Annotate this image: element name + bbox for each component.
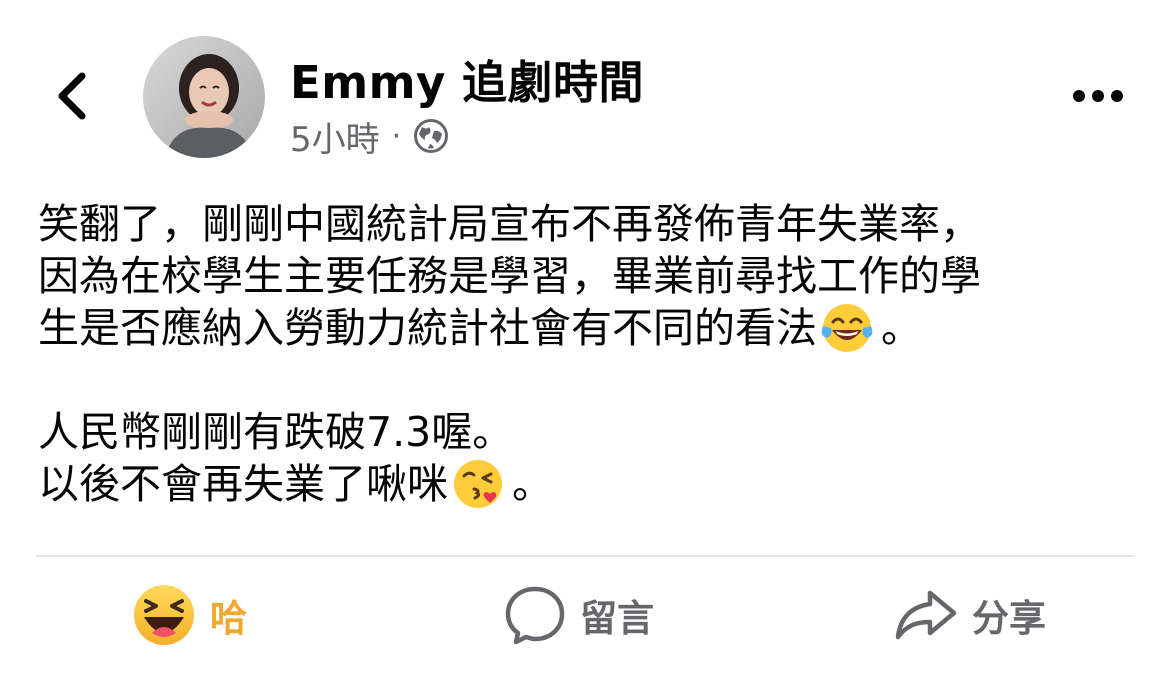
comment-bubble-icon — [505, 586, 565, 645]
back-button[interactable] — [36, 60, 108, 132]
comment-button[interactable]: 留言 — [504, 582, 654, 648]
ellipsis-icon — [1073, 90, 1123, 102]
chevron-left-icon — [58, 72, 86, 120]
haha-reaction-button[interactable]: 哈 — [132, 582, 247, 648]
post-line: 生是否應納入勞動力統計社會有不同的看法 。 — [38, 302, 1138, 354]
post-line: 因為在校學生主要任務是學習，畢業前尋找工作的學 — [38, 252, 981, 300]
more-options-button[interactable] — [1062, 72, 1134, 120]
post-meta: 5小時 · — [290, 112, 449, 161]
action-bar: 哈 留言 分享 — [0, 560, 1170, 670]
divider — [36, 555, 1134, 557]
share-button[interactable]: 分享 — [894, 582, 1046, 648]
comment-label: 留言 — [580, 597, 654, 640]
author-name[interactable]: Emmy 追劇時間 — [290, 46, 644, 111]
share-label: 分享 — [972, 597, 1046, 640]
post-line-end: 。 — [512, 460, 553, 508]
meta-separator: · — [391, 118, 402, 154]
share-arrow-icon — [895, 590, 957, 640]
timestamp[interactable]: 5小時 — [290, 112, 380, 161]
post-line-text: 生是否應納入勞動力統計社會有不同的看法 — [38, 304, 817, 352]
post-page: Emmy 追劇時間 5小時 · 笑翻了，剛剛中國統計局宣布不再發佈青年失業率， … — [0, 0, 1170, 674]
post-text: 笑翻了，剛剛中國統計局宣布不再發佈青年失業率， 因為在校學生主要任務是學習，畢業… — [38, 198, 1138, 510]
globe-icon — [414, 119, 449, 153]
post-line: 以後不會再失業了啾咪 。 — [38, 458, 1138, 510]
haha-reaction-label: 哈 — [210, 597, 247, 640]
avatar-image — [143, 36, 265, 158]
post-line-end: 。 — [881, 304, 922, 352]
post-line: 人民幣剛剛有跌破7.3喔。 — [38, 408, 514, 456]
haha-reaction-icon — [134, 585, 194, 645]
avatar[interactable] — [143, 36, 265, 158]
tears-of-joy-emoji — [821, 304, 873, 352]
kissing-heart-emoji — [454, 460, 502, 508]
post-line: 笑翻了，剛剛中國統計局宣布不再發佈青年失業率， — [38, 200, 981, 248]
post-line-text: 以後不會再失業了啾咪 — [38, 460, 448, 508]
